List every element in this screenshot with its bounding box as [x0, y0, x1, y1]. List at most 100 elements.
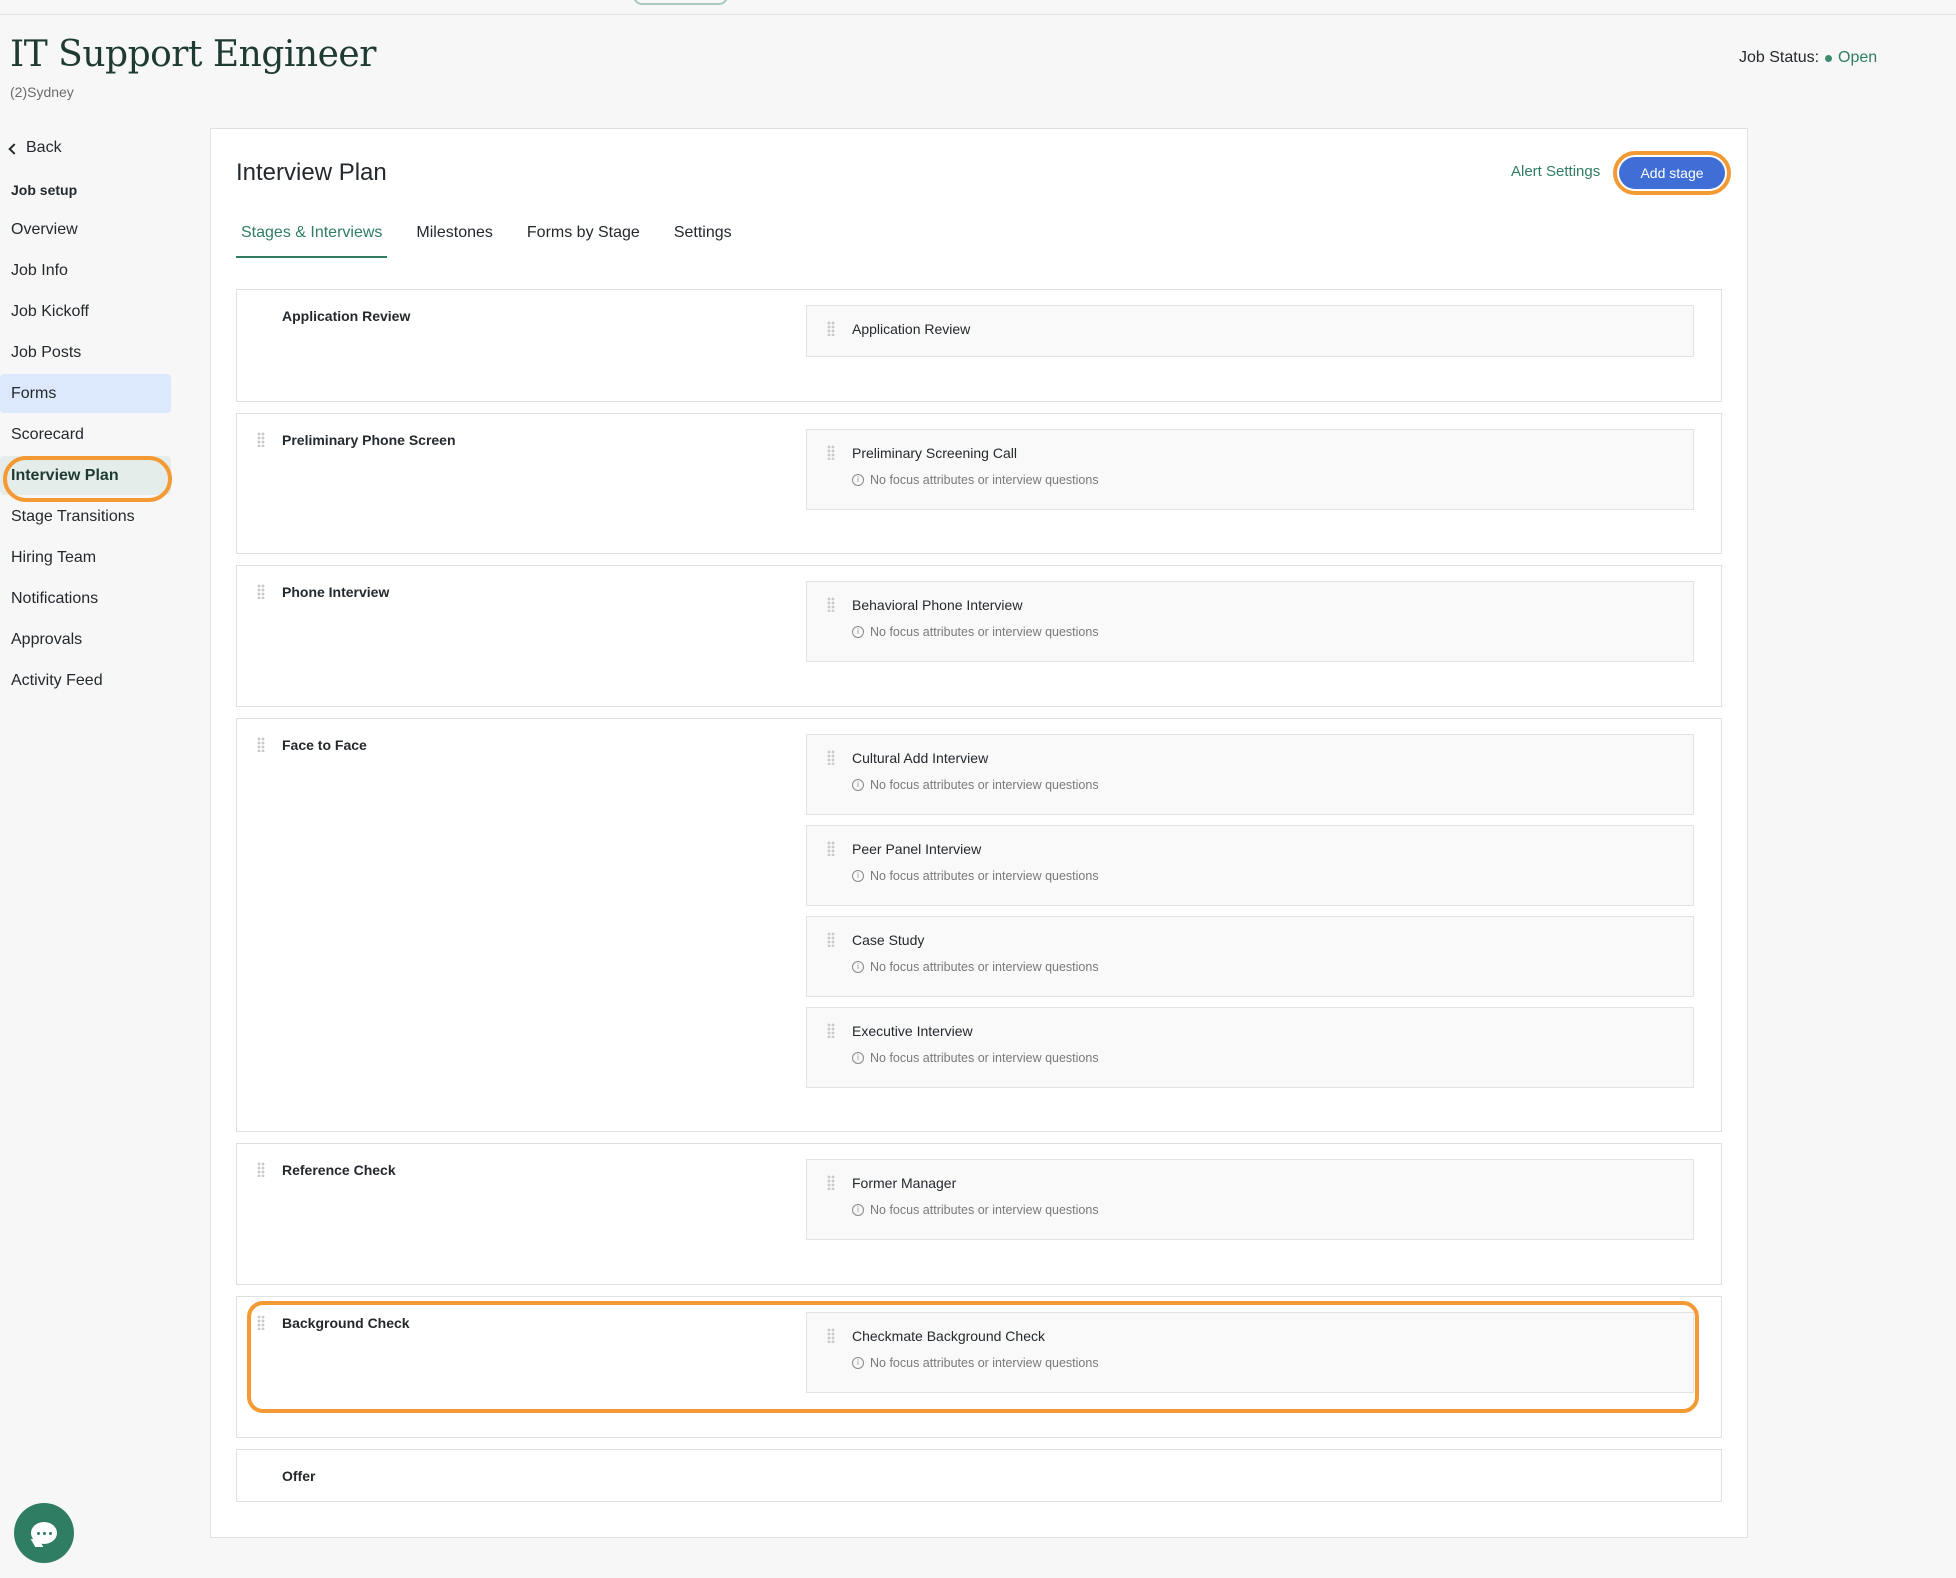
stage-card: Phone Interview Behavioral Phone Intervi… [236, 565, 1722, 707]
interview-name: Executive Interview [852, 1023, 973, 1039]
sidebar-item-activity-feed[interactable]: Activity Feed [0, 661, 171, 700]
interview-plan-panel: Interview Plan Alert Settings Add stage … [210, 128, 1748, 1538]
drag-handle-icon[interactable] [827, 932, 835, 947]
drag-handle-icon[interactable] [827, 1023, 835, 1038]
stage-card: Face to Face Cultural Add Interview i No … [236, 718, 1722, 1132]
drag-handle-icon[interactable] [827, 445, 835, 460]
drag-handle-icon[interactable] [827, 1175, 835, 1190]
sidebar-item-forms[interactable]: Forms [0, 374, 171, 413]
info-icon: i [852, 1357, 864, 1369]
interview-card[interactable]: Cultural Add Interview i No focus attribu… [806, 734, 1694, 815]
interview-name: Former Manager [852, 1175, 957, 1191]
interview-name: Behavioral Phone Interview [852, 597, 1023, 613]
interview-note: i No focus attributes or interview questi… [852, 778, 1099, 792]
info-icon: i [852, 1204, 864, 1216]
job-location: (2)Sydney [10, 84, 74, 100]
interview-name: Checkmate Background Check [852, 1328, 1045, 1344]
stage-card: Application Review Application Review [236, 289, 1722, 402]
interview-name: Application Review [852, 321, 971, 337]
note-text: No focus attributes or interview questio… [870, 778, 1099, 792]
interview-note: i No focus attributes or interview questi… [852, 869, 1099, 883]
note-text: No focus attributes or interview questio… [870, 473, 1099, 487]
interview-note: i No focus attributes or interview questi… [852, 960, 1099, 974]
interview-name: Preliminary Screening Call [852, 445, 1017, 461]
note-text: No focus attributes or interview questio… [870, 960, 1099, 974]
sidebar-item-interview-plan[interactable]: Interview Plan [0, 456, 171, 495]
sidebar-item-job-kickoff[interactable]: Job Kickoff [0, 292, 171, 331]
stage-name: Face to Face [282, 737, 367, 753]
sidebar-item-overview[interactable]: Overview [0, 210, 171, 249]
chat-button[interactable] [14, 1503, 74, 1563]
drag-handle-icon[interactable] [257, 737, 265, 752]
interview-card[interactable]: Checkmate Background Check i No focus att… [806, 1312, 1694, 1393]
stage-name: Offer [282, 1468, 316, 1484]
interview-note: i No focus attributes or interview questi… [852, 1203, 1099, 1217]
note-text: No focus attributes or interview questio… [870, 1051, 1099, 1065]
stage-name: Phone Interview [282, 584, 390, 600]
sidebar-item-scorecard[interactable]: Scorecard [0, 415, 171, 454]
info-icon: i [852, 961, 864, 973]
sidebar-item-notifications[interactable]: Notifications [0, 579, 171, 618]
drag-handle-icon[interactable] [827, 321, 835, 336]
sidebar-item-job-info[interactable]: Job Info [0, 251, 171, 290]
job-status-label: Job Status: [1739, 49, 1820, 66]
drag-handle-icon[interactable] [827, 597, 835, 612]
drag-handle-icon[interactable] [257, 432, 265, 447]
stage-name: Preliminary Phone Screen [282, 432, 456, 448]
info-icon: i [852, 474, 864, 486]
interview-card[interactable]: Behavioral Phone Interview i No focus att… [806, 581, 1694, 662]
drag-handle-icon[interactable] [827, 750, 835, 765]
panel-title: Interview Plan [236, 159, 387, 186]
tab-forms-by-stage[interactable]: Forms by Stage [522, 224, 645, 258]
sidebar-item-job-posts[interactable]: Job Posts [0, 333, 171, 372]
tab-milestones[interactable]: Milestones [411, 224, 497, 258]
back-label: Back [26, 139, 62, 156]
info-icon: i [852, 626, 864, 638]
interview-card[interactable]: Preliminary Screening Call i No focus att… [806, 429, 1694, 510]
interview-card[interactable]: Case Study i No focus attributes or inter… [806, 916, 1694, 997]
add-stage-button[interactable]: Add stage [1619, 157, 1725, 189]
tab-settings[interactable]: Settings [669, 224, 737, 258]
top-tab-handle[interactable] [633, 0, 728, 5]
job-title: IT Support Engineer [10, 34, 376, 75]
interview-card[interactable]: Former Manager i No focus attributes or i… [806, 1159, 1694, 1240]
chat-icon [31, 1522, 57, 1544]
sidebar-item-stage-transitions[interactable]: Stage Transitions [0, 497, 171, 536]
interview-card[interactable]: Peer Panel Interview i No focus attribute… [806, 825, 1694, 906]
interview-name: Cultural Add Interview [852, 750, 989, 766]
note-text: No focus attributes or interview questio… [870, 625, 1099, 639]
note-text: No focus attributes or interview questio… [870, 1356, 1099, 1370]
info-icon: i [852, 779, 864, 791]
top-bar [0, 0, 1956, 15]
alert-settings-link[interactable]: Alert Settings [1511, 163, 1600, 180]
chevron-left-icon [8, 142, 20, 155]
stage-card: Reference Check Former Manager i No focus… [236, 1143, 1722, 1285]
interview-card[interactable]: Application Review [806, 305, 1694, 357]
drag-handle-icon[interactable] [827, 1328, 835, 1343]
drag-handle-icon[interactable] [257, 1315, 265, 1330]
tab-stages-interviews[interactable]: Stages & Interviews [236, 224, 388, 258]
sidebar-section-title: Job setup [11, 182, 78, 198]
stage-name: Background Check [282, 1315, 410, 1331]
note-text: No focus attributes or interview questio… [870, 869, 1099, 883]
interview-card[interactable]: Executive Interview i No focus attributes… [806, 1007, 1694, 1088]
back-link[interactable]: Back [8, 139, 62, 157]
stage-name: Application Review [282, 308, 411, 324]
stage-card: Offer [236, 1449, 1722, 1502]
info-icon: i [852, 870, 864, 882]
info-icon: i [852, 1052, 864, 1064]
status-dot-icon [1825, 54, 1833, 62]
drag-handle-icon[interactable] [257, 584, 265, 599]
stage-card: Preliminary Phone Screen Preliminary Scr… [236, 413, 1722, 554]
tab-bar: Stages & Interviews Milestones Forms by … [236, 224, 761, 258]
stage-card: Background Check Checkmate Background Ch… [236, 1296, 1722, 1438]
interview-name: Case Study [852, 932, 925, 948]
sidebar-item-hiring-team[interactable]: Hiring Team [0, 538, 171, 577]
interview-note: i No focus attributes or interview questi… [852, 473, 1099, 487]
job-status-value[interactable]: Open [1838, 49, 1877, 67]
interview-note: i No focus attributes or interview questi… [852, 1051, 1099, 1065]
drag-handle-icon[interactable] [827, 841, 835, 856]
drag-handle-icon[interactable] [257, 1162, 265, 1177]
sidebar-item-approvals[interactable]: Approvals [0, 620, 171, 659]
stage-name: Reference Check [282, 1162, 396, 1178]
